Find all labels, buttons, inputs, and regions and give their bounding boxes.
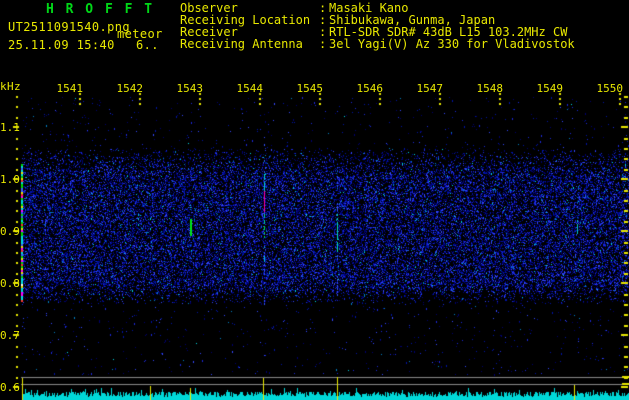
frame-counter: 6.. [136,38,159,52]
x-tick-label: 1545 [296,82,324,95]
datetime-label: 25.11.09 15:40 [8,38,115,52]
spectrogram-canvas [0,0,629,400]
x-tick-label: 1547 [416,82,444,95]
info-separator: : [319,37,327,51]
info-row-antenna: Receiving Antenna : 3el Yagi(V) Az 330 f… [180,38,575,50]
y-tick-label: 1.1 [0,121,20,134]
app-title: H R O F F T [46,2,155,17]
x-tick-label: 1548 [476,82,504,95]
info-label: Receiving Antenna [180,37,303,51]
x-tick-label: 1549 [536,82,564,95]
hrofft-screen: H R O F F T UT2511091540.png meteor 25.1… [0,0,629,400]
x-tick-label: 1546 [356,82,384,95]
x-tick-label: 1542 [116,82,144,95]
y-tick-label: 0.8 [0,277,20,290]
y-tick-label: 0.9 [0,225,20,238]
x-tick-label: 1544 [236,82,264,95]
station-info: Observer : Masaki Kano Receiving Locatio… [180,2,575,50]
output-filename: UT2511091540.png [8,20,130,34]
y-axis-unit-label: kHz [0,80,22,93]
x-tick-label: 1550 [596,82,624,95]
y-tick-label: 0.6 [0,381,20,394]
y-tick-label: 1.0 [0,173,20,186]
y-tick-label: 0.7 [0,329,20,342]
x-tick-label: 1543 [176,82,204,95]
x-tick-label: 1541 [56,82,84,95]
info-value: 3el Yagi(V) Az 330 for Vladivostok [329,37,575,51]
